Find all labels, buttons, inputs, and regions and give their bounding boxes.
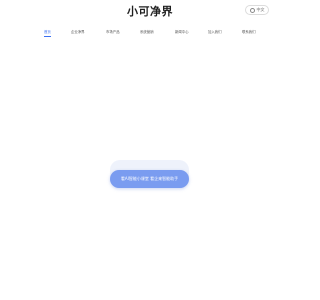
nav-item-enterprise[interactable]: 企业净界 — [71, 30, 85, 35]
page: 小可净界 中文 首页 企业净界 市场产品 系统营销 新闻中心 加入我们 联系我们… — [0, 0, 300, 300]
nav-item-news[interactable]: 新闻中心 — [175, 30, 189, 35]
nav-item-contact[interactable]: 联系我们 — [242, 30, 256, 35]
nav-item-products[interactable]: 市场产品 — [106, 30, 120, 35]
nav-item-marketing[interactable]: 系统营销 — [140, 30, 154, 35]
language-switcher[interactable]: 中文 — [245, 5, 269, 15]
nav-item-home[interactable]: 首页 — [44, 30, 51, 37]
language-label: 中文 — [256, 7, 265, 12]
globe-icon — [249, 7, 255, 13]
cta-button[interactable]: 看AI智能小课堂 看企来智能助手 — [110, 170, 189, 188]
nav-item-join[interactable]: 加入我们 — [208, 30, 222, 35]
main-nav: 首页 企业净界 市场产品 系统营销 新闻中心 加入我们 联系我们 — [0, 30, 300, 38]
